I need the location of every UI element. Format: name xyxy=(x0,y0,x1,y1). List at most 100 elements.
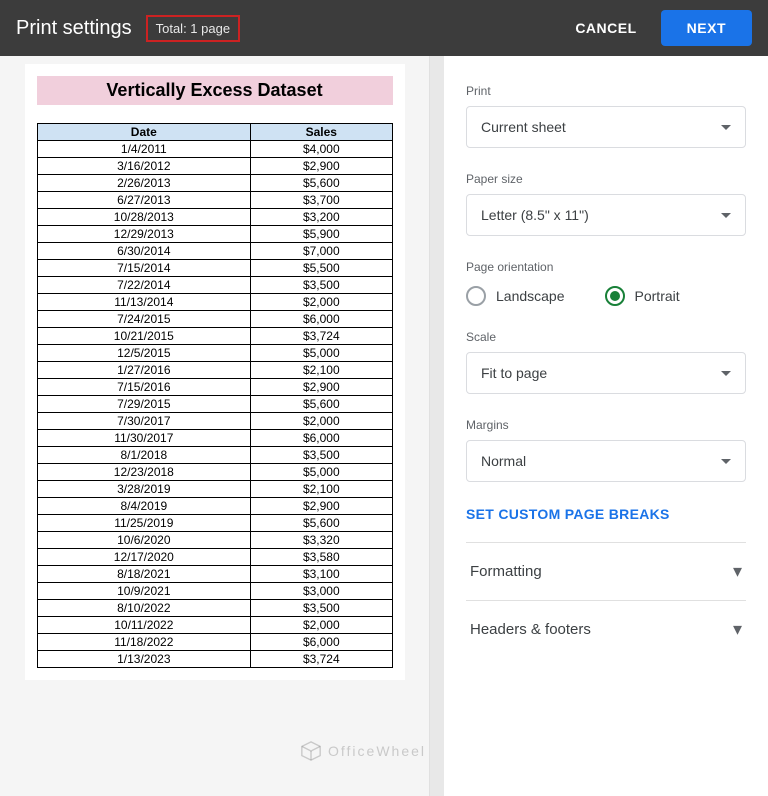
margins-dropdown[interactable]: Normal xyxy=(466,440,746,482)
table-cell: 10/21/2015 xyxy=(37,328,251,345)
print-dropdown[interactable]: Current sheet xyxy=(466,106,746,148)
table-cell: $5,600 xyxy=(251,396,392,413)
table-row: 12/29/2013$5,900 xyxy=(37,226,392,243)
headers-footers-expander[interactable]: Headers & footers ▾ xyxy=(466,600,746,658)
table-cell: 1/27/2016 xyxy=(37,362,251,379)
table-row: 8/4/2019$2,900 xyxy=(37,498,392,515)
table-cell: $2,900 xyxy=(251,158,392,175)
table-row: 1/27/2016$2,100 xyxy=(37,362,392,379)
table-cell: 11/30/2017 xyxy=(37,430,251,447)
orientation-label: Page orientation xyxy=(466,260,746,274)
landscape-label: Landscape xyxy=(496,288,565,304)
cancel-button[interactable]: CANCEL xyxy=(559,10,652,46)
print-preview-pane: Vertically Excess Dataset DateSales 1/4/… xyxy=(0,56,430,796)
table-row: 10/28/2013$3,200 xyxy=(37,209,392,226)
table-cell: 2/26/2013 xyxy=(37,175,251,192)
table-cell: $3,320 xyxy=(251,532,392,549)
margins-label: Margins xyxy=(466,418,746,432)
table-row: 12/17/2020$3,580 xyxy=(37,549,392,566)
table-cell: 12/23/2018 xyxy=(37,464,251,481)
table-row: 2/26/2013$5,600 xyxy=(37,175,392,192)
table-cell: $3,500 xyxy=(251,277,392,294)
chevron-down-icon xyxy=(721,371,731,376)
table-row: 3/16/2012$2,900 xyxy=(37,158,392,175)
table-cell: 6/30/2014 xyxy=(37,243,251,260)
table-cell: $6,000 xyxy=(251,311,392,328)
table-cell: $3,580 xyxy=(251,549,392,566)
table-cell: $3,500 xyxy=(251,447,392,464)
table-cell: $2,100 xyxy=(251,481,392,498)
settings-pane: Print Current sheet Paper size Letter (8… xyxy=(444,56,768,796)
table-row: 7/15/2016$2,900 xyxy=(37,379,392,396)
table-cell: 7/24/2015 xyxy=(37,311,251,328)
table-cell: $5,000 xyxy=(251,345,392,362)
table-cell: 11/18/2022 xyxy=(37,634,251,651)
radio-icon xyxy=(466,286,486,306)
table-cell: 12/29/2013 xyxy=(37,226,251,243)
table-cell: $5,500 xyxy=(251,260,392,277)
table-cell: $2,100 xyxy=(251,362,392,379)
table-row: 10/11/2022$2,000 xyxy=(37,617,392,634)
table-cell: $3,200 xyxy=(251,209,392,226)
table-cell: 3/16/2012 xyxy=(37,158,251,175)
formatting-expander[interactable]: Formatting ▾ xyxy=(466,542,746,600)
table-row: 3/28/2019$2,100 xyxy=(37,481,392,498)
table-row: 10/21/2015$3,724 xyxy=(37,328,392,345)
total-pages-badge: Total: 1 page xyxy=(146,15,240,42)
headers-footers-label: Headers & footers xyxy=(470,621,591,638)
table-cell: $2,900 xyxy=(251,498,392,515)
table-cell: 11/13/2014 xyxy=(37,294,251,311)
scale-dropdown[interactable]: Fit to page xyxy=(466,352,746,394)
chevron-down-icon: ▾ xyxy=(733,619,742,640)
sheet-title: Vertically Excess Dataset xyxy=(37,76,393,105)
preview-scrollbar[interactable] xyxy=(430,56,444,796)
table-cell: $5,900 xyxy=(251,226,392,243)
print-label: Print xyxy=(466,84,746,98)
table-row: 1/13/2023$3,724 xyxy=(37,651,392,668)
table-cell: $2,900 xyxy=(251,379,392,396)
table-row: 8/1/2018$3,500 xyxy=(37,447,392,464)
table-cell: 7/29/2015 xyxy=(37,396,251,413)
radio-icon xyxy=(605,286,625,306)
set-custom-page-breaks-link[interactable]: SET CUSTOM PAGE BREAKS xyxy=(466,506,670,522)
table-cell: $3,000 xyxy=(251,583,392,600)
table-cell: $2,000 xyxy=(251,413,392,430)
column-header: Sales xyxy=(251,124,392,141)
table-row: 6/30/2014$7,000 xyxy=(37,243,392,260)
scale-value: Fit to page xyxy=(481,365,547,381)
table-row: 11/13/2014$2,000 xyxy=(37,294,392,311)
orientation-landscape-radio[interactable]: Landscape xyxy=(466,286,565,306)
print-header: Print settings Total: 1 page CANCEL NEXT xyxy=(0,0,768,56)
table-cell: $3,700 xyxy=(251,192,392,209)
page-title: Print settings xyxy=(16,17,132,40)
table-row: 7/29/2015$5,600 xyxy=(37,396,392,413)
table-cell: 3/28/2019 xyxy=(37,481,251,498)
table-row: 12/5/2015$5,000 xyxy=(37,345,392,362)
table-row: 6/27/2013$3,700 xyxy=(37,192,392,209)
table-cell: 1/13/2023 xyxy=(37,651,251,668)
paper-size-value: Letter (8.5" x 11") xyxy=(481,207,589,223)
data-table: DateSales 1/4/2011$4,0003/16/2012$2,9002… xyxy=(37,123,393,668)
table-cell: $3,100 xyxy=(251,566,392,583)
table-cell: 10/28/2013 xyxy=(37,209,251,226)
table-cell: 8/18/2021 xyxy=(37,566,251,583)
table-cell: $6,000 xyxy=(251,634,392,651)
table-row: 11/30/2017$6,000 xyxy=(37,430,392,447)
paper-size-dropdown[interactable]: Letter (8.5" x 11") xyxy=(466,194,746,236)
table-cell: 10/11/2022 xyxy=(37,617,251,634)
table-cell: 8/10/2022 xyxy=(37,600,251,617)
table-row: 7/15/2014$5,500 xyxy=(37,260,392,277)
table-row: 10/6/2020$3,320 xyxy=(37,532,392,549)
chevron-down-icon: ▾ xyxy=(733,561,742,582)
table-row: 7/24/2015$6,000 xyxy=(37,311,392,328)
table-row: 10/9/2021$3,000 xyxy=(37,583,392,600)
table-cell: $3,724 xyxy=(251,328,392,345)
margins-value: Normal xyxy=(481,453,526,469)
table-cell: 8/1/2018 xyxy=(37,447,251,464)
print-dropdown-value: Current sheet xyxy=(481,119,566,135)
table-row: 11/25/2019$5,600 xyxy=(37,515,392,532)
orientation-portrait-radio[interactable]: Portrait xyxy=(605,286,680,306)
next-button[interactable]: NEXT xyxy=(661,10,752,46)
table-cell: 11/25/2019 xyxy=(37,515,251,532)
table-cell: $7,000 xyxy=(251,243,392,260)
